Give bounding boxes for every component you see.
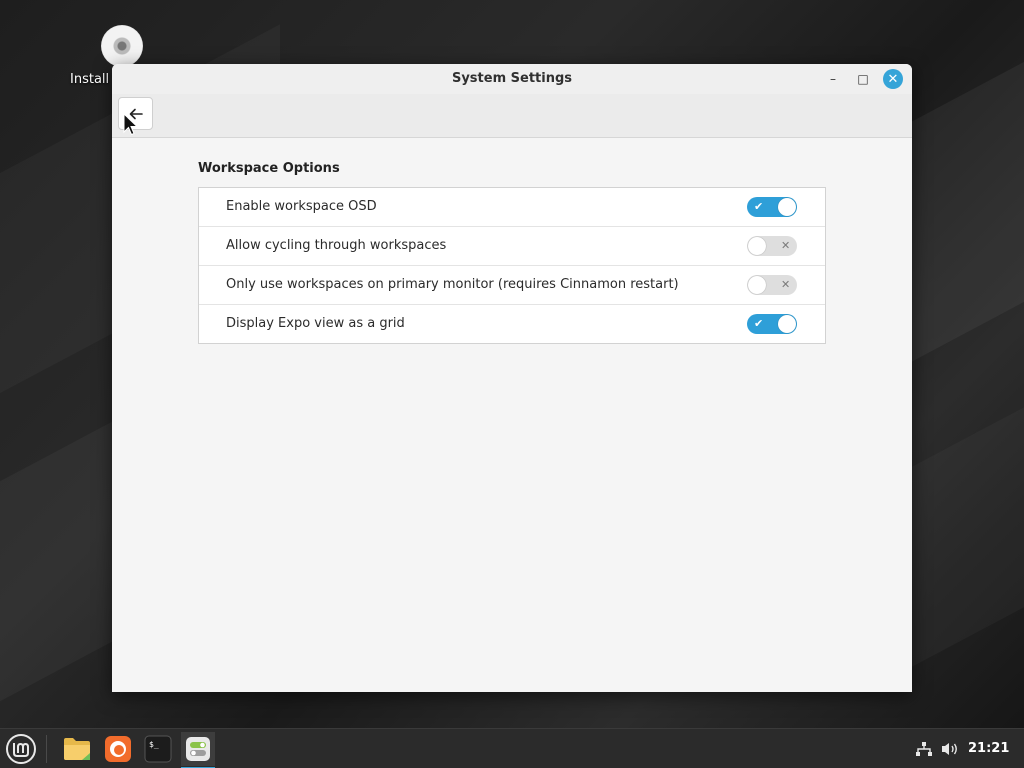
option-label: Allow cycling through workspaces [226, 238, 447, 253]
settings-content: Workspace Options Enable workspace OSD ✔… [112, 138, 912, 692]
cycling-workspaces-toggle[interactable]: ✕ [747, 236, 797, 256]
folder-icon [64, 738, 90, 760]
toggle-knob [778, 198, 796, 216]
option-label: Display Expo view as a grid [226, 316, 405, 331]
taskbar-item-firefox[interactable] [101, 732, 135, 766]
option-row-primary-monitor: Only use workspaces on primary monitor (… [199, 265, 825, 304]
firefox-icon [105, 736, 131, 762]
clock[interactable]: 21:21 [968, 741, 1009, 756]
toggle-knob [778, 315, 796, 333]
volume-icon [942, 743, 957, 755]
option-label: Only use workspaces on primary monitor (… [226, 277, 679, 292]
network-icon [916, 742, 932, 756]
option-label: Enable workspace OSD [226, 199, 377, 214]
wallpaper-shape [900, 367, 1024, 673]
toolbar [112, 94, 912, 138]
option-row-cycling-workspaces: Allow cycling through workspaces ✕ [199, 226, 825, 265]
toggle-knob [748, 276, 766, 294]
check-icon: ✔ [754, 317, 764, 330]
cross-icon: ✕ [781, 239, 791, 252]
minimize-button[interactable]: – [823, 69, 843, 89]
window-title: System Settings [451, 71, 573, 86]
taskbar-item-system-settings[interactable] [181, 732, 215, 768]
taskbar-separator [46, 735, 47, 763]
taskbar-item-terminal[interactable]: $_ [141, 732, 175, 766]
cross-icon: ✕ [781, 278, 791, 291]
section-title: Workspace Options [198, 161, 340, 176]
expo-grid-toggle[interactable]: ✔ [747, 314, 797, 334]
maximize-button[interactable]: □ [853, 69, 873, 89]
toggle-knob [748, 237, 766, 255]
option-row-workspace-osd: Enable workspace OSD ✔ [199, 188, 825, 226]
workspace-osd-toggle[interactable]: ✔ [747, 197, 797, 217]
taskbar-item-files[interactable] [60, 732, 94, 766]
network-tray[interactable] [914, 739, 934, 759]
svg-text:$_: $_ [149, 740, 159, 749]
desktop-icon-label: Install [70, 72, 110, 87]
taskbar: $_ 21:21 [0, 728, 1024, 768]
option-row-expo-grid: Display Expo view as a grid ✔ [199, 304, 825, 343]
terminal-icon: $_ [144, 735, 172, 763]
menu-button[interactable] [5, 733, 37, 765]
mint-logo-icon [6, 734, 36, 764]
system-settings-icon [186, 737, 210, 761]
options-list: Enable workspace OSD ✔ Allow cycling thr… [198, 187, 826, 344]
system-settings-window: System Settings – □ ✕ Workspace Options … [112, 64, 912, 692]
close-button[interactable]: ✕ [883, 69, 903, 89]
volume-tray[interactable] [940, 739, 960, 759]
titlebar[interactable]: System Settings – □ ✕ [112, 64, 912, 94]
mouse-cursor-icon [123, 113, 139, 136]
desktop: Install System Settings – □ ✕ Workspace … [0, 0, 1024, 768]
check-icon: ✔ [754, 200, 764, 213]
primary-monitor-toggle[interactable]: ✕ [747, 275, 797, 295]
disc-icon [101, 25, 143, 67]
